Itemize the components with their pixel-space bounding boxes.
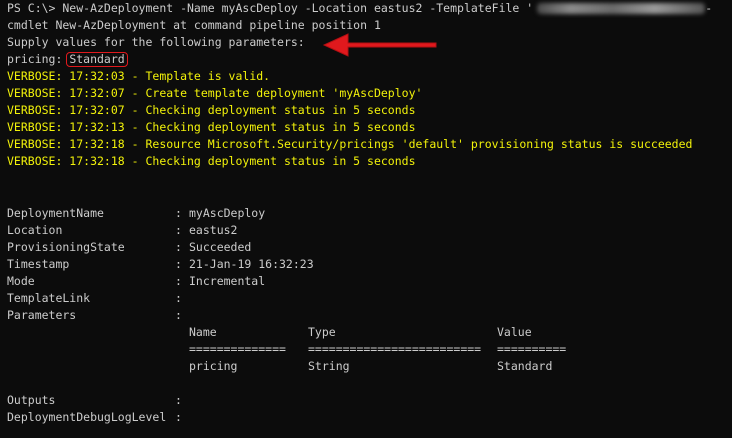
verbose-line: VERBOSE: 17:32:13 - Checking deployment … xyxy=(7,120,416,134)
property-value: 21-Jan-19 16:32:23 xyxy=(189,257,314,271)
property-value: Succeeded xyxy=(189,240,252,254)
table-header-value: Value xyxy=(497,325,532,339)
pricing-value-highlight: Standard xyxy=(66,52,128,67)
verbose-line: VERBOSE: 17:32:07 - Create template depl… xyxy=(7,86,423,100)
supply-parameters-line: Supply values for the following paramete… xyxy=(7,35,305,49)
property-separator: : xyxy=(175,410,182,424)
redacted-template-path xyxy=(537,3,706,14)
prompt-command-tail: - xyxy=(705,1,713,15)
table-cell-type: String xyxy=(308,359,350,373)
property-label: DeploymentName xyxy=(7,206,104,220)
property-separator: : xyxy=(175,291,182,305)
table-cell-value: Standard xyxy=(497,359,553,373)
table-header-name: Name xyxy=(189,325,217,339)
property-separator: : xyxy=(175,308,182,322)
table-rule: ========== xyxy=(497,342,567,356)
table-rule: ============== xyxy=(189,342,286,356)
powershell-terminal[interactable]: PS C:\> New-AzDeployment -Name myAscDepl… xyxy=(0,0,732,438)
property-separator: : xyxy=(175,274,182,288)
property-separator: : xyxy=(175,223,182,237)
property-value: Incremental xyxy=(189,274,266,288)
table-rule: ========================= xyxy=(308,342,482,356)
verbose-line: VERBOSE: 17:32:18 - Checking deployment … xyxy=(7,154,416,168)
table-header-type: Type xyxy=(308,325,336,339)
prompt-command-text: PS C:\> New-AzDeployment -Name myAscDepl… xyxy=(7,1,534,15)
red-arrow-left-icon xyxy=(322,33,437,57)
outputs-label: Outputs xyxy=(7,393,56,407)
property-separator: : xyxy=(175,257,182,271)
prompt-command-line: PS C:\> New-AzDeployment -Name myAscDepl… xyxy=(7,0,712,17)
property-separator: : xyxy=(175,240,182,254)
table-cell-name: pricing xyxy=(189,359,238,373)
property-separator: : xyxy=(175,393,182,407)
verbose-line: VERBOSE: 17:32:18 - Resource Microsoft.S… xyxy=(7,137,693,151)
verbose-line: VERBOSE: 17:32:07 - Checking deployment … xyxy=(7,103,416,117)
property-label: Location xyxy=(7,223,63,237)
property-label: Parameters xyxy=(7,308,77,322)
debug-log-level-label: DeploymentDebugLogLevel xyxy=(7,410,167,424)
property-label: Timestamp xyxy=(7,257,70,271)
property-value: myAscDeploy xyxy=(189,206,266,220)
property-value: eastus2 xyxy=(189,223,238,237)
pricing-value: Standard xyxy=(69,52,125,66)
property-label: Mode xyxy=(7,274,35,288)
verbose-line: VERBOSE: 17:32:03 - Template is valid. xyxy=(7,69,271,83)
property-separator: : xyxy=(175,206,182,220)
pricing-input-line: pricing: Standard xyxy=(7,51,128,68)
property-label: TemplateLink xyxy=(7,291,91,305)
arrow-shape xyxy=(322,33,437,57)
pricing-label: pricing: xyxy=(7,52,70,66)
property-label: ProvisioningState xyxy=(7,240,125,254)
